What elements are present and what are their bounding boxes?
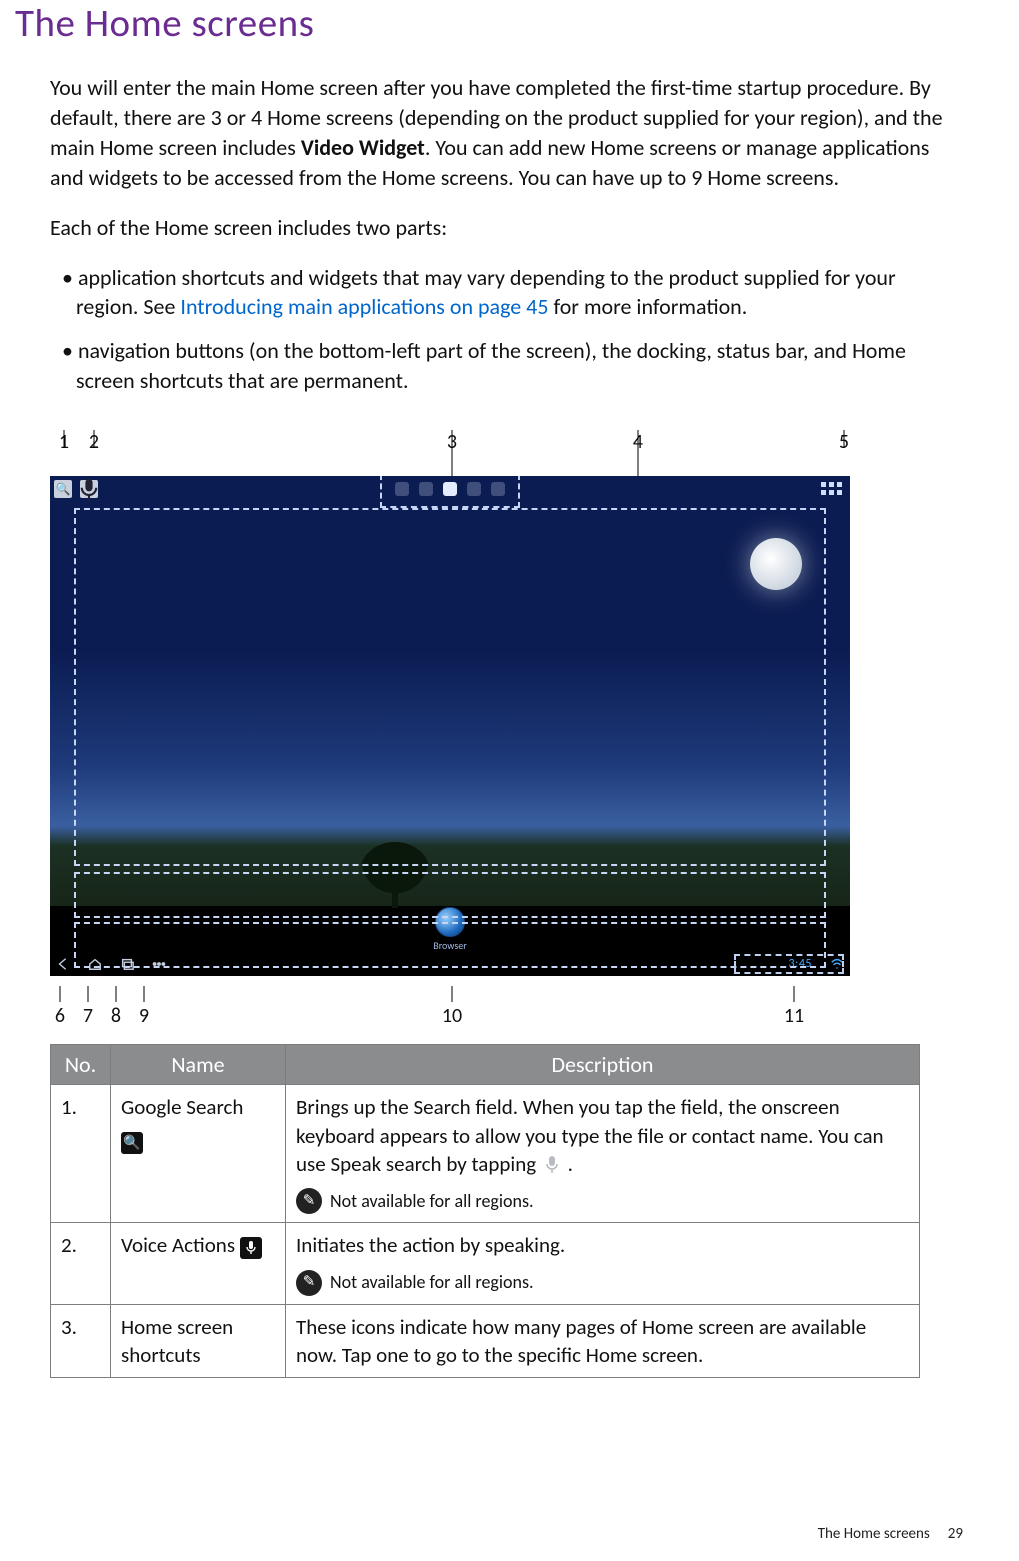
header-no: No. <box>51 1045 111 1085</box>
pencil-icon: ✎ <box>296 1270 322 1296</box>
note: ✎ Not available for all regions. <box>296 1270 909 1296</box>
text: . <box>568 1151 573 1177</box>
link-introducing-main-applications[interactable]: Introducing main applications on page 45 <box>180 293 548 320</box>
text: Brings up the Search field. When you tap… <box>296 1094 884 1177</box>
table-row: 2. Voice Actions Initiates the action by… <box>51 1223 920 1304</box>
bold-video-widget: Video Widget <box>301 134 425 161</box>
cell-name: Voice Actions <box>111 1223 286 1304</box>
cell-desc: Brings up the Search field. When you tap… <box>286 1085 920 1223</box>
callout-7: 7 <box>83 1004 93 1028</box>
footer: The Home screens 29 <box>818 1525 963 1543</box>
pencil-icon: ✎ <box>296 1188 322 1214</box>
cell-name: Google Search 🔍 <box>111 1085 286 1223</box>
homescreen-figure: 1 2 3 4 5 🔍 <box>50 430 860 1026</box>
callout-10: 10 <box>442 1004 462 1028</box>
bullet-navigation-buttons: navigation buttons (on the bottom-left p… <box>50 336 963 396</box>
table-row: 3. Home screen shortcuts These icons ind… <box>51 1304 920 1378</box>
callout-11: 11 <box>784 1004 804 1028</box>
text: Google Search <box>121 1094 243 1120</box>
page-number: 29 <box>948 1525 963 1543</box>
mic-icon <box>240 1237 262 1259</box>
callout-box-main <box>74 508 826 866</box>
callout-row-bottom: 6 7 8 9 10 11 <box>50 986 860 1026</box>
text: Voice Actions <box>121 1232 235 1258</box>
bullet-application-shortcuts: application shortcuts and widgets that m… <box>50 263 963 323</box>
text: Initiates the action by speaking. <box>296 1232 565 1258</box>
homescreen-screenshot: 🔍 Browser <box>50 476 850 976</box>
cell-no: 3. <box>51 1304 111 1378</box>
callout-box-navbar <box>74 922 826 968</box>
search-icon[interactable]: 🔍 <box>54 480 72 498</box>
mic-icon[interactable] <box>80 480 98 498</box>
cell-no: 1. <box>51 1085 111 1223</box>
header-desc: Description <box>286 1045 920 1085</box>
cell-desc: These icons indicate how many pages of H… <box>286 1304 920 1378</box>
callout-6: 6 <box>55 1004 65 1028</box>
note: ✎ Not available for all regions. <box>296 1188 909 1214</box>
callout-box-status <box>734 954 844 974</box>
callout-box-dock <box>74 872 826 918</box>
text: for more information. <box>548 293 747 320</box>
cell-no: 2. <box>51 1223 111 1304</box>
cell-desc: Initiates the action by speaking. ✎ Not … <box>286 1223 920 1304</box>
search-icon: 🔍 <box>121 1132 143 1154</box>
back-icon[interactable] <box>56 957 70 971</box>
page-title: The Home screens <box>15 0 963 47</box>
callout-box-indicator <box>380 476 520 508</box>
spec-table: No. Name Description 1. Google Search 🔍 … <box>50 1044 920 1378</box>
callout-9: 9 <box>139 1004 149 1028</box>
callout-8: 8 <box>111 1004 121 1028</box>
callout-row-top: 1 2 3 4 5 <box>50 430 860 458</box>
intro-paragraph-1: You will enter the main Home screen afte… <box>50 73 963 193</box>
cell-name: Home screen shortcuts <box>111 1304 286 1378</box>
footer-label: The Home screens <box>818 1525 930 1543</box>
header-name: Name <box>111 1045 286 1085</box>
table-header-row: No. Name Description <box>51 1045 920 1085</box>
note-text: Not available for all regions. <box>330 1189 534 1213</box>
mic-icon <box>541 1154 563 1176</box>
app-drawer-icon[interactable] <box>821 482 842 495</box>
table-row: 1. Google Search 🔍 Brings up the Search … <box>51 1085 920 1223</box>
note-text: Not available for all regions. <box>330 1270 534 1294</box>
intro-paragraph-2: Each of the Home screen includes two par… <box>50 213 963 243</box>
